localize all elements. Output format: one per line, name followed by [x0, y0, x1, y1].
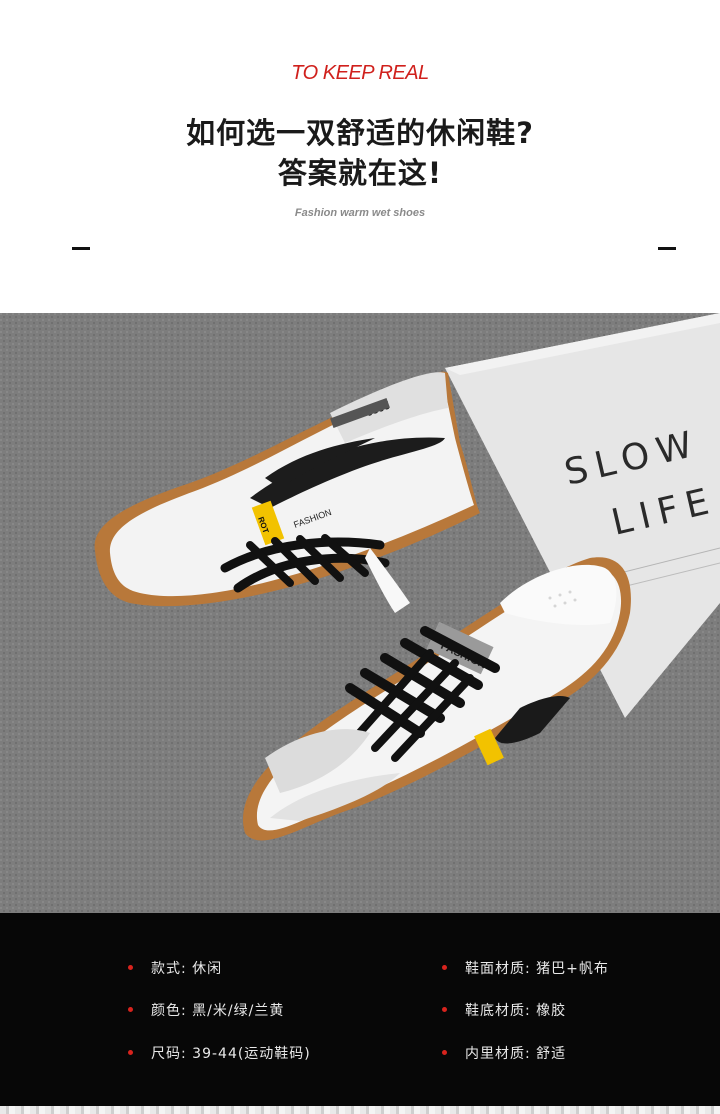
spec-color-text: 颜色: 黑/米/绿/兰黄 — [151, 1003, 285, 1019]
bullet-dot — [128, 1049, 133, 1055]
spec-lining-material-text: 内里材质: 舒适 — [465, 1046, 567, 1062]
subtitle: Fashion warm wet shoes — [294, 207, 426, 219]
product-page: TO KEEP REAL 如何选一双舒适的休闲鞋? 答案就在这! Fashion… — [0, 0, 720, 1114]
tagline: TO KEEP REAL — [291, 62, 429, 84]
bullet-dot — [442, 964, 447, 970]
spec-size: 尺码: 39-44(运动鞋码) — [128, 1043, 311, 1063]
bullet-dot — [128, 1006, 133, 1012]
bullet-dot — [128, 964, 133, 970]
spec-style: 款式: 休闲 — [128, 958, 222, 978]
spec-size-text: 尺码: 39-44(运动鞋码) — [151, 1046, 311, 1062]
spec-sole-material-text: 鞋底材质: 橡胶 — [465, 1003, 567, 1019]
spec-color: 颜色: 黑/米/绿/兰黄 — [128, 1000, 284, 1020]
torn-paper-edge — [0, 1106, 720, 1114]
spec-lining-material: 内里材质: 舒适 — [442, 1043, 566, 1063]
spec-upper-material-text: 鞋面材质: 猪巴+帆布 — [465, 961, 609, 977]
bullet-dot — [442, 1049, 447, 1055]
product-photo: SLOW LIFE ROT FASHION 2020 — [0, 313, 720, 913]
decorative-dash-right — [658, 247, 676, 250]
bullet-dot — [442, 1006, 447, 1012]
product-photo-illustration: SLOW LIFE ROT FASHION 2020 — [0, 313, 720, 913]
spec-sole-material: 鞋底材质: 橡胶 — [442, 1000, 566, 1020]
spec-upper-material: 鞋面材质: 猪巴+帆布 — [442, 958, 609, 978]
headline-line-2: 答案就在这! — [277, 156, 443, 190]
header-section: TO KEEP REAL 如何选一双舒适的休闲鞋? 答案就在这! Fashion… — [0, 0, 720, 313]
spec-style-text: 款式: 休闲 — [151, 961, 223, 977]
decorative-dash-left — [72, 247, 90, 250]
headline-line-1: 如何选一双舒适的休闲鞋? — [186, 116, 534, 150]
specs-section: 款式: 休闲 颜色: 黑/米/绿/兰黄 尺码: 39-44(运动鞋码) 鞋面材质… — [0, 913, 720, 1114]
